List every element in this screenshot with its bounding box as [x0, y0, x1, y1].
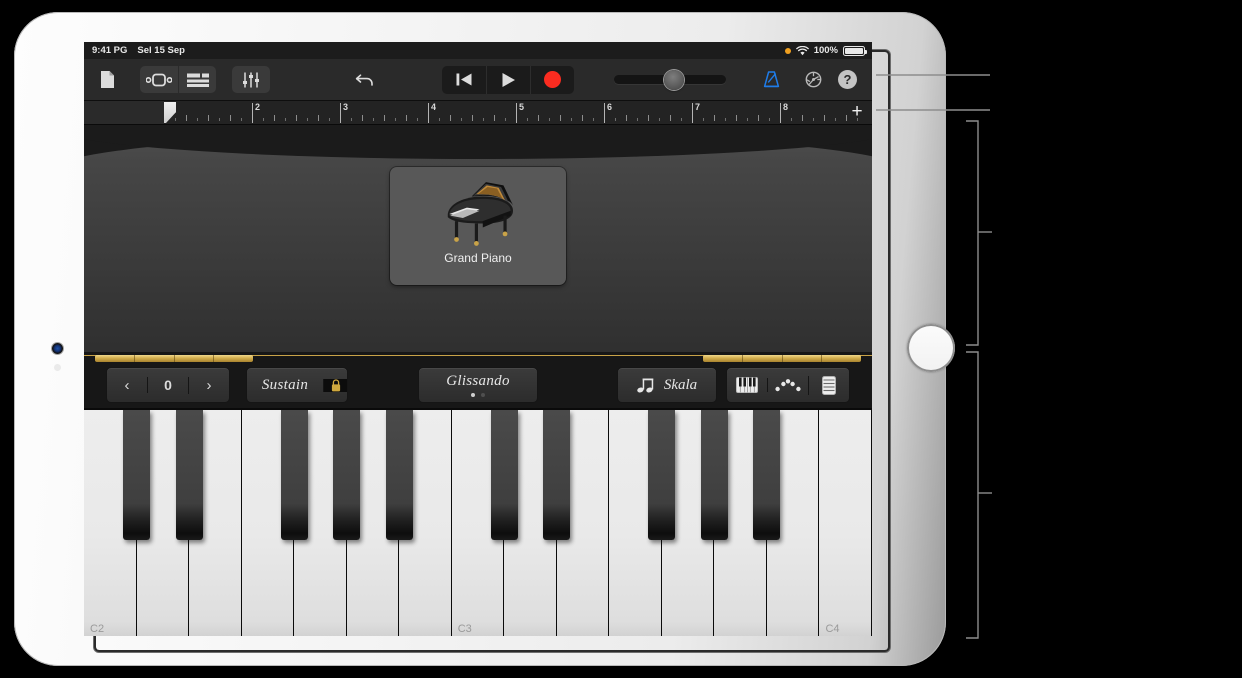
black-key-F-sharp[interactable] [648, 410, 676, 540]
callout-bracket-keyboard [966, 351, 979, 639]
black-key-A-sharp[interactable] [385, 410, 413, 540]
black-key-D-sharp[interactable] [543, 410, 571, 540]
black-key-C-sharp[interactable] [123, 410, 151, 540]
black-key-C-sharp[interactable] [490, 410, 518, 540]
screenshot-root: 9:41 PG Sel 15 Sep 100% ? 2 3 4 5 6 7 8 … [0, 0, 1242, 678]
callout-lines [876, 74, 992, 639]
black-key-G-sharp[interactable] [700, 410, 728, 540]
black-key-G-sharp[interactable] [333, 410, 361, 540]
black-key-D-sharp[interactable] [175, 410, 203, 540]
black-key-F-sharp[interactable] [280, 410, 308, 540]
callout-bracket-display [966, 120, 979, 346]
black-key-A-sharp[interactable] [753, 410, 781, 540]
